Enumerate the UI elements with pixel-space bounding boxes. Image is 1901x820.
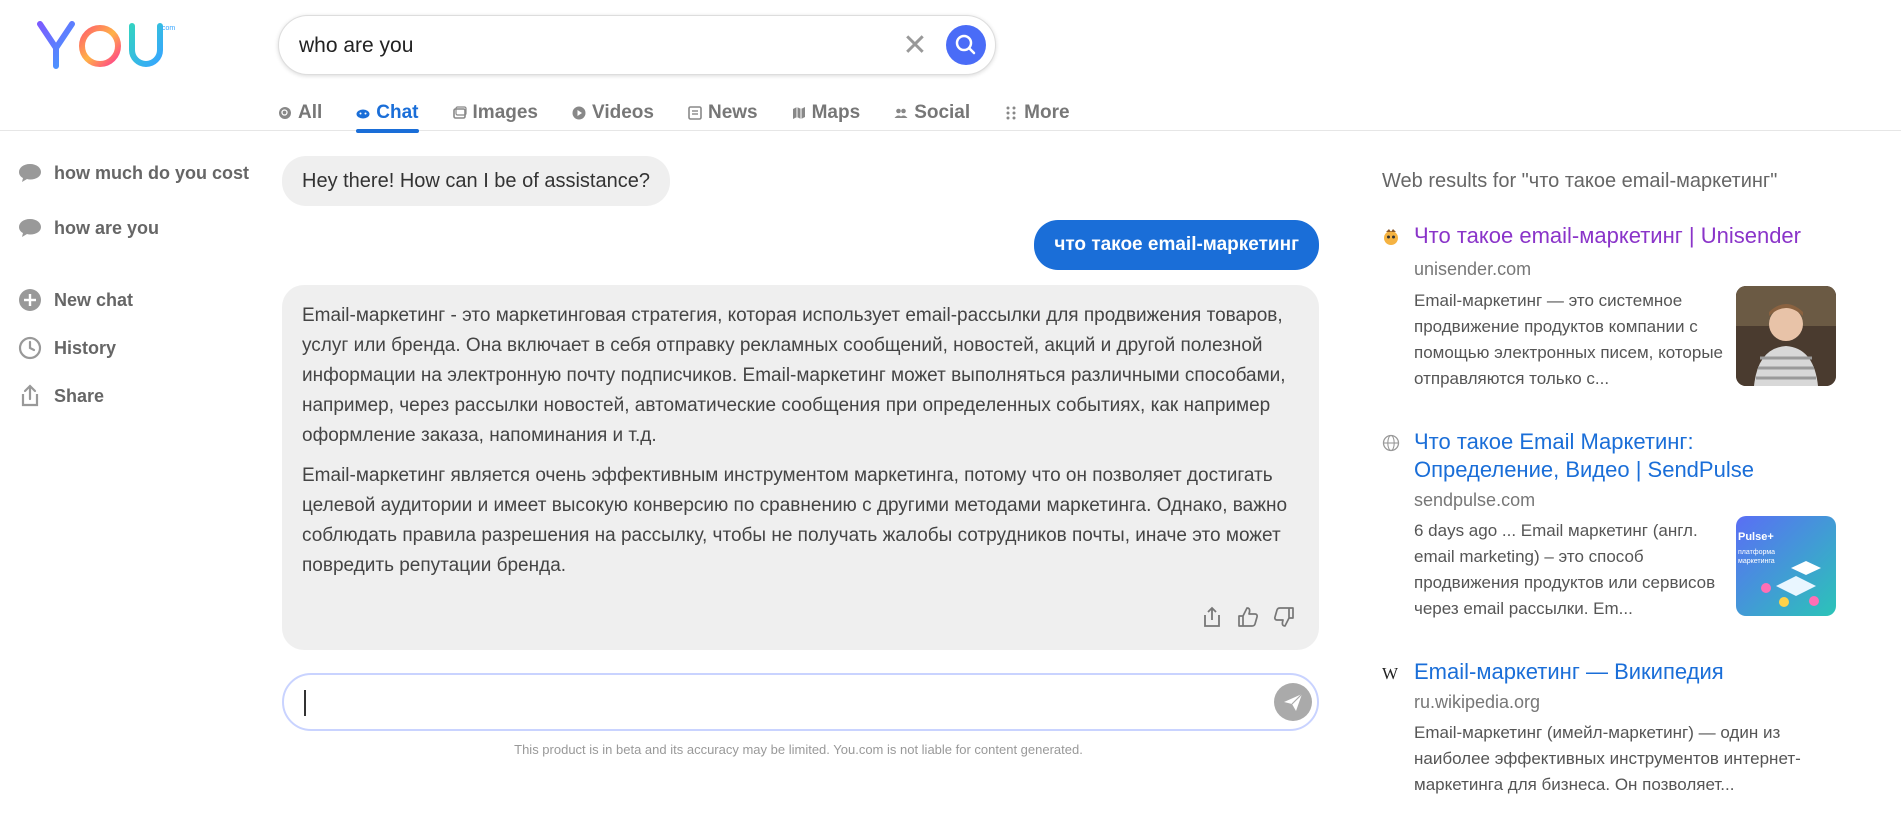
chat-input[interactable] [304,689,1224,715]
sidebar-item-label: History [54,337,117,358]
tab-images[interactable]: Images [452,95,538,131]
web-result: Что такое Email Маркетинг: Определение, … [1382,428,1852,628]
dots-grid-icon [1006,106,1016,120]
send-button[interactable] [1274,683,1312,721]
answer-paragraph: Email-маркетинг - это маркетинговая стра… [302,305,1286,446]
history-button[interactable]: History [18,336,116,360]
wikipedia-icon: W [1382,664,1399,682]
search-icon [955,34,976,55]
answer-actions [1201,606,1295,628]
sendpulse-promo-image: Pulse+ платформа маркетинга [1736,516,1836,616]
svg-text:com: com [162,25,175,32]
search-tabs: All Chat Images Videos News Maps Social [278,95,1104,133]
result-title-link[interactable]: Что такое email-маркетинг | Unisender [1414,222,1834,250]
result-title-link[interactable]: Email-маркетинг — Википедия [1414,658,1834,686]
assistant-greeting: Hey there! How can I be of assistance? [282,156,670,206]
result-snippet: Email-маркетинг (имейл-маркетинг) — один… [1414,723,1801,794]
tab-chat[interactable]: Chat [356,95,419,133]
tab-all[interactable]: All [278,95,322,131]
share-button[interactable]: Share [18,384,104,408]
thumbs-up-button[interactable] [1237,606,1259,628]
tab-more[interactable]: More [1004,95,1070,131]
chat-input-box [282,673,1319,731]
web-result: Что такое email-маркетинг | Unisender un… [1382,222,1852,392]
share-icon [1204,606,1220,627]
images-icon [452,106,467,119]
result-title-link[interactable]: Что такое Email Маркетинг: Определение, … [1414,428,1834,484]
tab-social[interactable]: Social [894,95,970,131]
chat-bubble-icon [19,164,41,182]
svg-text:W: W [1382,664,1399,682]
you-logo[interactable]: com [36,18,176,74]
chat-bubble-icon [19,219,41,237]
globe-icon [1382,434,1400,452]
plus-circle-icon [19,289,41,311]
map-icon [792,107,805,119]
tab-label: More [1024,102,1070,123]
user-message: что такое email-маркетинг [1034,220,1319,270]
beta-disclaimer: This product is in beta and its accuracy… [514,742,1083,757]
send-icon [1284,693,1303,711]
result-snippet: Email-маркетинг — это системное продвиже… [1414,291,1724,388]
tab-label: All [298,102,323,123]
search-icon [279,107,291,119]
close-icon: ✕ [902,29,928,62]
new-chat-button[interactable]: New chat [18,288,133,312]
web-results-heading: Web results for "что такое email-маркети… [1382,170,1778,192]
people-icon [894,108,908,118]
sidebar-item-label: New chat [54,289,134,310]
share-answer-button[interactable] [1201,606,1223,628]
answer-paragraph: Email-маркетинг является очень эффективн… [302,465,1288,576]
result-thumbnail[interactable] [1736,286,1836,386]
clock-icon [18,336,42,360]
search-input[interactable] [299,34,879,58]
result-url: unisender.com [1414,259,1532,279]
sidebar-item-label: how much do you cost [54,162,250,183]
sidebar-chat-how-much[interactable]: how much do you cost [18,162,249,184]
svg-text:платформа: платформа [1738,549,1775,556]
tab-label: Videos [592,102,654,123]
tab-label: Maps [811,102,861,123]
svg-text:Pulse+: Pulse+ [1738,531,1774,543]
svg-text:маркетинга: маркетинга [1738,558,1775,565]
play-icon [572,106,586,120]
thumbs-down-icon [1273,607,1294,627]
result-thumbnail[interactable]: Pulse+ платформа маркетинга [1736,516,1836,616]
news-icon [688,106,702,120]
tab-label: Social [914,102,971,123]
search-box: ✕ [278,15,996,75]
result-url: ru.wikipedia.org [1414,692,1541,712]
sidebar-item-label: Share [54,385,105,406]
tab-label: News [707,102,758,123]
thumbs-up-icon [1238,607,1259,627]
share-icon [21,384,39,407]
tab-label: Chat [376,102,419,123]
thumbs-down-button[interactable] [1273,606,1295,628]
result-snippet: 6 days ago ... Email маркетинг (англ. em… [1414,521,1716,618]
web-result: W Email-маркетинг — Википедия ru.wikiped… [1382,658,1852,798]
sidebar-item-label: how are you [54,217,160,238]
unisender-favicon [1384,229,1398,245]
tab-videos[interactable]: Videos [572,95,654,131]
search-button[interactable] [946,25,986,65]
tab-maps[interactable]: Maps [792,95,861,131]
text-caret [304,690,306,716]
clear-search-button[interactable]: ✕ [901,29,929,62]
chat-panel: Hey there! How can I be of assistance? ч… [278,148,1319,758]
tab-news[interactable]: News [688,95,758,131]
assistant-answer: Email-маркетинг - это маркетинговая стра… [282,285,1319,650]
result-url: sendpulse.com [1414,490,1536,510]
person-photo-icon [1736,286,1836,386]
top-bar: com ✕ All Chat Images Videos [0,0,1901,133]
tab-label: Images [472,102,538,123]
sidebar-chat-how-are-you[interactable]: how are you [18,217,159,239]
chat-icon [356,109,370,119]
